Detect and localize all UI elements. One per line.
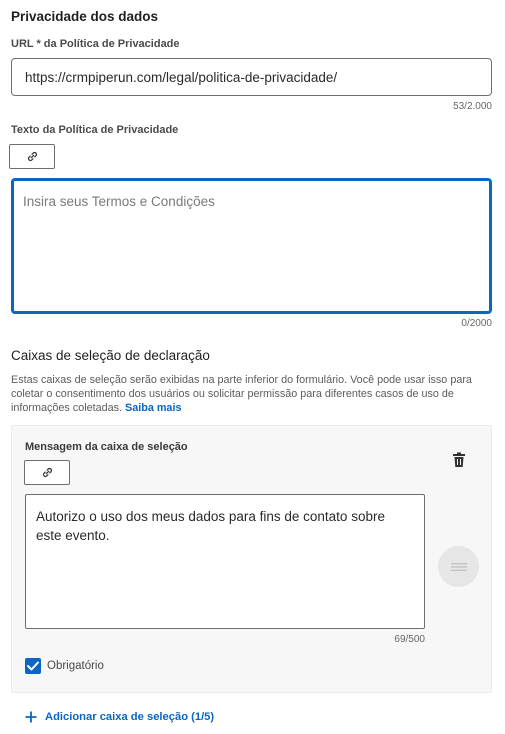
privacy-url-input[interactable]: https://crmpiperun.com/legal/politica-de…	[11, 58, 492, 96]
checkbox-message-textarea[interactable]: Autorizo o uso dos meus dados para fins …	[25, 494, 425, 629]
checkbox-card: Mensagem da caixa de seleção Autorizo o …	[11, 425, 492, 693]
add-checkbox-label: Adicionar caixa de seleção (1/5)	[45, 711, 215, 723]
declaration-section-title: Caixas de seleção de declaração	[11, 348, 210, 363]
message-char-counter: 69/500	[394, 634, 425, 645]
insert-link-button[interactable]	[9, 144, 55, 169]
trash-icon[interactable]	[452, 452, 466, 468]
drag-handle[interactable]	[438, 546, 479, 587]
link-icon	[42, 467, 52, 478]
privacy-url-value: https://crmpiperun.com/legal/politica-de…	[25, 69, 338, 85]
terms-placeholder: Insira seus Termos e Condições	[23, 194, 215, 209]
checkbox-message-label: Mensagem da caixa de seleção	[25, 441, 188, 453]
plus-icon	[25, 711, 37, 723]
terms-char-counter: 0/2000	[461, 318, 492, 329]
required-checkbox[interactable]	[25, 658, 41, 674]
url-char-counter: 53/2.000	[453, 101, 492, 112]
url-field-label: URL * da Política de Privacidade	[11, 38, 180, 50]
link-icon	[27, 151, 37, 162]
learn-more-link[interactable]: Saiba mais	[125, 402, 181, 414]
help-text-body: Estas caixas de seleção serão exibidas n…	[11, 374, 472, 414]
drag-handle-icon	[450, 562, 467, 571]
required-checkbox-row[interactable]: Obrigatório	[25, 658, 104, 674]
card-insert-link-button[interactable]	[24, 460, 70, 485]
privacy-section-title: Privacidade dos dados	[11, 9, 159, 24]
required-label: Obrigatório	[47, 660, 104, 672]
privacy-text-label: Texto da Política de Privacidade	[11, 124, 179, 136]
terms-textarea[interactable]: Insira seus Termos e Condições	[11, 178, 492, 314]
checkmark-icon	[27, 661, 39, 671]
declaration-help-text: Estas caixas de seleção serão exibidas n…	[11, 373, 496, 415]
add-checkbox-button[interactable]: Adicionar caixa de seleção (1/5)	[25, 711, 214, 723]
